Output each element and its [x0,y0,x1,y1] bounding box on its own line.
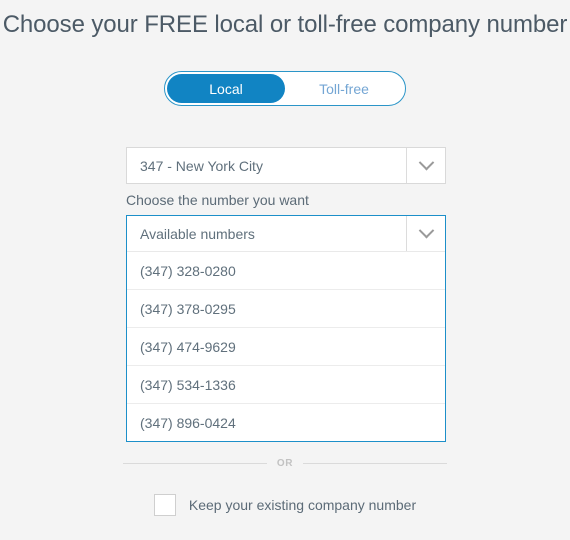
chevron-down-icon [418,222,434,239]
keep-number-label[interactable]: Keep your existing company number [189,497,416,513]
or-divider: OR [123,458,448,469]
keep-number-checkbox[interactable] [153,494,176,516]
keep-number-row[interactable]: Keep your existing company number [0,494,570,516]
divider-label: OR [276,458,294,469]
available-numbers-select-arrow[interactable] [406,216,445,251]
area-code-select[interactable]: 347 - New York City [126,147,446,184]
divider-line-left [123,463,267,464]
number-type-toggle[interactable]: Local Toll-free [164,71,406,106]
list-item[interactable]: (347) 896-0424 [127,404,445,441]
list-item[interactable]: (347) 534-1336 [127,366,445,404]
list-item[interactable]: (347) 474-9629 [127,328,445,366]
chevron-down-icon [418,154,434,171]
available-numbers-select-value: Available numbers [140,225,255,242]
list-item[interactable]: (347) 328-0280 [127,252,445,290]
divider-line-right [303,463,448,464]
page-title: Choose your FREE local or toll-free comp… [2,11,568,38]
available-numbers-dropdown[interactable]: Available numbers (347) 328-0280 (347) 3… [126,215,446,442]
available-numbers-select[interactable]: Available numbers [127,216,445,252]
area-code-select-value: 347 - New York City [140,157,263,174]
toggle-option-local[interactable]: Local [167,74,285,103]
list-item[interactable]: (347) 378-0295 [127,290,445,328]
area-code-select-arrow[interactable] [406,148,445,183]
toggle-option-toll-free[interactable]: Toll-free [285,74,403,103]
number-picker-label: Choose the number you want [126,192,309,208]
